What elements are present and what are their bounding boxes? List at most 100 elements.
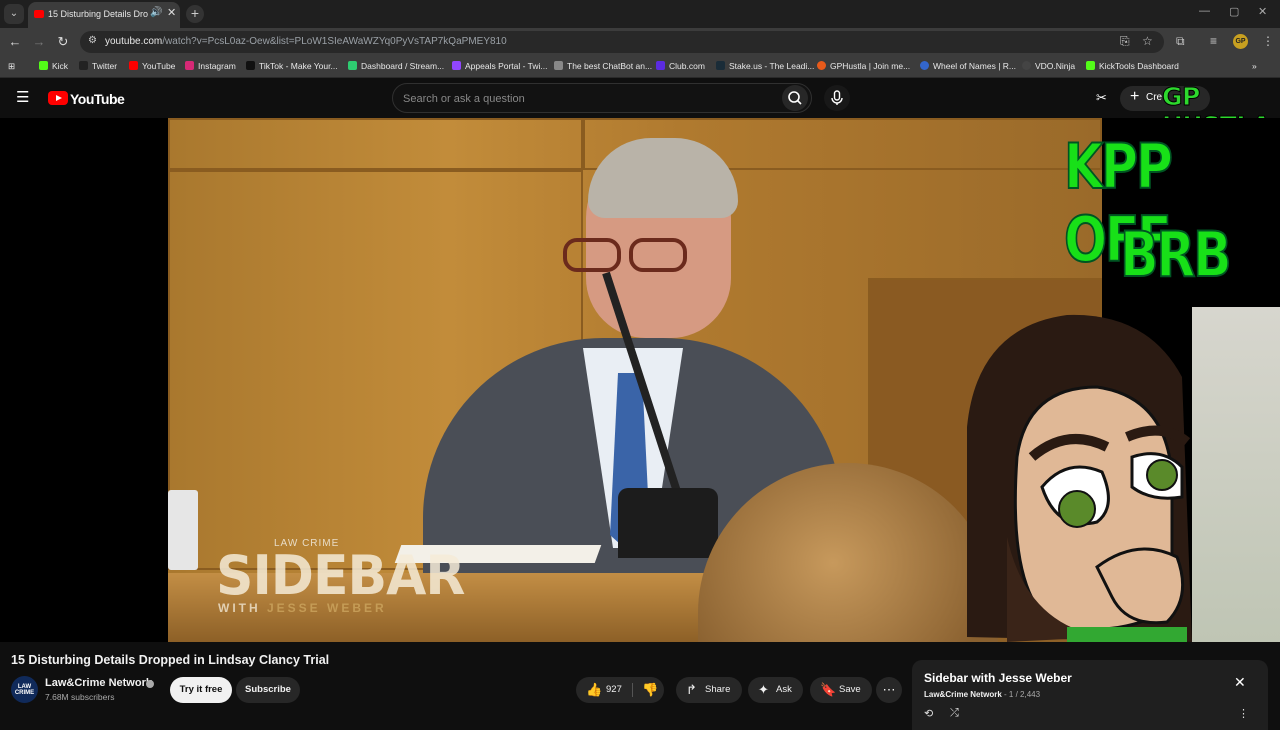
kick-icon	[39, 61, 48, 70]
instagram-icon	[185, 61, 194, 70]
loop-icon[interactable]: ⟲	[924, 707, 933, 720]
chrome-menu-icon[interactable]: ⋮	[1262, 34, 1274, 48]
x-icon	[79, 61, 88, 70]
shuffle-icon[interactable]: ⤮	[950, 707, 959, 720]
subscribe-button[interactable]: Subscribe	[236, 677, 300, 703]
chatbot-icon	[554, 61, 563, 70]
hamburger-menu-icon[interactable]: ☰	[16, 90, 30, 105]
apps-grid-icon[interactable]: ⊞	[8, 61, 15, 72]
share-button[interactable]: ↱ Share	[676, 677, 742, 703]
bookmark-kicktools[interactable]: KickTools Dashboard	[1086, 61, 1179, 71]
window-close-icon[interactable]: ✕	[1258, 5, 1267, 18]
youtube-masthead: ☰ YouTube	[0, 78, 1280, 118]
bookmark-kick[interactable]: Kick	[39, 61, 68, 71]
browser-tab-active[interactable]: 15 Disturbing Details Dropp 🔊 ✕	[28, 2, 180, 28]
dashboard-icon	[348, 61, 357, 70]
address-bar[interactable]: ⚙ youtube.com/watch?v=PcsL0az-Oew&list=P…	[80, 31, 1164, 53]
search-button[interactable]	[782, 85, 808, 111]
water-cup	[168, 490, 198, 570]
bookmark-wheel-of-names[interactable]: Wheel of Names | R...	[920, 61, 1016, 71]
try-free-button[interactable]: Try it free	[170, 677, 232, 703]
browser-tabstrip: ⌄ 15 Disturbing Details Dropp 🔊 ✕ + — ▢ …	[0, 0, 1280, 28]
divider	[632, 683, 633, 697]
audio-playing-icon[interactable]: 🔊	[150, 7, 162, 18]
cast-icon[interactable]: ⎘	[1120, 34, 1130, 49]
youtube-icon	[129, 61, 138, 70]
vdo-ninja-icon	[1022, 61, 1031, 70]
bookmark-tiktok[interactable]: TikTok - Make Your...	[246, 61, 338, 71]
channel-avatar[interactable]: LAW CRIME	[11, 676, 38, 703]
bookmark-instagram[interactable]: Instagram	[185, 61, 236, 71]
bookmark-appeals[interactable]: Appeals Portal - Twi...	[452, 61, 548, 71]
bookmark-twitter[interactable]: Twitter	[79, 61, 117, 71]
overlay-brb: BRB	[1119, 217, 1232, 292]
more-bookmarks-chevron-icon[interactable]: »	[1252, 61, 1257, 71]
bookmark-youtube[interactable]: YouTube	[129, 61, 175, 71]
minimize-icon[interactable]: —	[1199, 5, 1210, 17]
search-box	[392, 83, 812, 113]
gift-pass-icon[interactable]: ✂	[1096, 90, 1112, 106]
wheel-icon	[920, 61, 929, 70]
browser-toolbar: ← → ↻ ⚙ youtube.com/watch?v=PcsL0az-Oew&…	[0, 28, 1280, 56]
playlist-meta: Law&Crime Network - 1 / 2,443	[924, 690, 1041, 699]
site-info-icon[interactable]: ⚙	[88, 35, 97, 46]
search-input[interactable]	[403, 90, 773, 108]
search-icon	[788, 91, 802, 105]
youtube-favicon-icon	[34, 10, 44, 18]
bookmark-gphustla[interactable]: GPHustla | Join me...	[817, 61, 910, 71]
tab-close-icon[interactable]: ✕	[167, 6, 176, 19]
wood-panel	[168, 118, 583, 170]
streamer-cartoon-avatar	[967, 314, 1192, 642]
microphone-base	[618, 488, 718, 558]
webcam-feed	[1192, 307, 1280, 642]
maximize-icon[interactable]: ▢	[1229, 5, 1239, 18]
media-controls-icon[interactable]: ≡	[1210, 34, 1217, 48]
bookmark-star-icon[interactable]: ☆	[1142, 34, 1153, 48]
bookmark-icon: 🔖	[820, 682, 837, 697]
bookmark-vdo-ninja[interactable]: VDO.Ninja	[1022, 61, 1075, 71]
more-actions-icon[interactable]: ⋯	[876, 677, 902, 703]
kicktools-icon	[1086, 61, 1095, 70]
share-arrow-icon: ↱	[686, 682, 697, 697]
thumbs-up-icon[interactable]: 👍	[586, 677, 602, 703]
new-tab-icon[interactable]: +	[186, 5, 204, 23]
extensions-puzzle-icon[interactable]: ⧉	[1176, 34, 1185, 49]
tiktok-icon	[246, 61, 255, 70]
bookmarks-bar: ⊞ Kick Twitter YouTube Instagram TikTok …	[0, 56, 1280, 78]
bookmark-stake[interactable]: Stake.us - The Leadi...	[716, 61, 814, 71]
plus-icon: +	[1130, 88, 1140, 105]
like-count[interactable]: 927	[606, 677, 622, 703]
subscriber-count: 7.68M subscribers	[45, 692, 115, 702]
channel-name[interactable]: Law&Crime Network	[45, 677, 152, 689]
like-dislike-group: 👍 927 👎	[576, 677, 664, 703]
ask-button[interactable]: ✦ Ask	[748, 677, 803, 703]
close-icon[interactable]: ✕	[1234, 674, 1246, 691]
bookmark-club[interactable]: Club.com	[656, 61, 705, 71]
stake-icon	[716, 61, 725, 70]
club-icon	[656, 61, 665, 70]
forward-arrow-icon[interactable]: →	[30, 33, 48, 51]
bookmark-chatbot[interactable]: The best ChatBot an...	[554, 61, 652, 71]
back-arrow-icon[interactable]: ←	[6, 33, 24, 51]
playlist-menu-icon[interactable]: ⋮	[1238, 707, 1249, 720]
verified-badge-icon	[146, 680, 154, 688]
reload-icon[interactable]: ↻	[54, 33, 72, 51]
playlist-title[interactable]: Sidebar with Jesse Weber	[924, 671, 1072, 685]
watermark-with: WITH JESSE WEBER	[218, 601, 387, 615]
tab-search-chevron-icon[interactable]: ⌄	[4, 4, 24, 24]
microphone-icon	[831, 90, 843, 105]
profile-avatar[interactable]: GP	[1233, 34, 1248, 49]
gphustla-icon	[817, 61, 826, 70]
voice-search-button[interactable]	[824, 85, 850, 111]
witness-glasses	[563, 238, 713, 274]
thumbs-down-icon[interactable]: 👎	[642, 677, 658, 703]
sparkle-icon: ✦	[758, 682, 769, 697]
video-title: 15 Disturbing Details Dropped in Lindsay…	[11, 653, 330, 667]
watermark-title: SIDEBAR	[216, 544, 465, 608]
save-button[interactable]: 🔖 Save	[810, 677, 872, 703]
youtube-wordmark[interactable]: YouTube	[70, 91, 125, 107]
tab-title: 15 Disturbing Details Dropp	[48, 9, 148, 19]
youtube-logo-icon[interactable]	[48, 91, 68, 105]
bookmark-dashboard[interactable]: Dashboard / Stream...	[348, 61, 444, 71]
url-text: youtube.com/watch?v=PcsL0az-Oew&list=PLo…	[105, 36, 507, 47]
